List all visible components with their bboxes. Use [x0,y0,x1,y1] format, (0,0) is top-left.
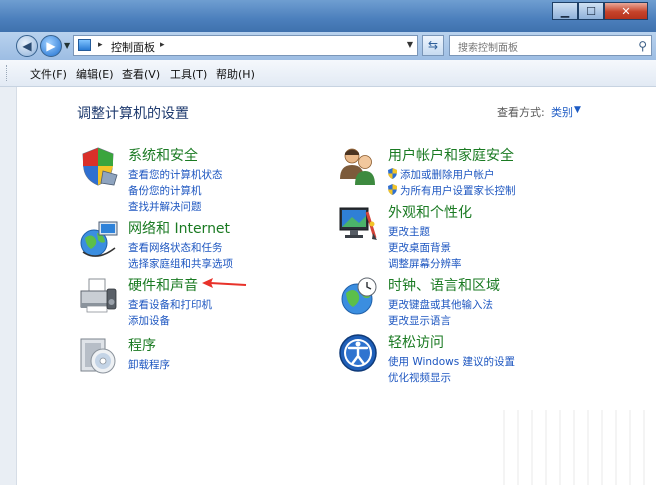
menu-help[interactable]: 帮助(H) [216,66,255,82]
appearance-monitor-icon[interactable] [337,202,379,244]
category-title-ease-of-access[interactable]: 轻松访问 [388,332,444,352]
page-title: 调整计算机的设置 [77,106,189,122]
address-dropdown[interactable]: ▼ [407,40,413,49]
category-links: 查看您的计算机状态 备份您的计算机 查找并解决问题 [128,167,223,215]
uac-shield-icon [388,184,397,195]
view-by-dropdown[interactable]: 类别 [551,104,573,120]
title-bar[interactable]: ▁ ☐ ✕ [0,0,656,32]
refresh-icon: ⇆ [427,38,439,52]
category-links: 更改键盘或其他输入法 更改显示语言 [388,297,493,329]
link-add-device[interactable]: 添加设备 [128,313,212,329]
clock-globe-icon[interactable] [337,275,379,317]
link-find-fix-problems[interactable]: 查找并解决问题 [128,199,223,215]
category-links: 更改主题 更改桌面背景 调整屏幕分辨率 [388,224,462,272]
link-label[interactable]: 添加或删除用户帐户 [400,169,495,181]
link-label[interactable]: 为所有用户设置家长控制 [400,185,516,197]
ease-of-access-icon[interactable] [337,332,379,374]
address-bar[interactable]: ▸ 控制面板 ▸ ▼ [73,35,418,56]
network-globe-icon[interactable] [77,218,119,260]
link-change-theme[interactable]: 更改主题 [388,224,462,240]
view-by-label: 查看方式: [497,106,545,119]
control-panel-icon [78,39,91,51]
search-input[interactable] [456,39,630,58]
category-links: 使用 Windows 建议的设置 优化视频显示 [388,354,515,386]
category-title-appearance[interactable]: 外观和个性化 [388,202,472,222]
category-title-network-internet[interactable]: 网络和 Internet [128,218,230,238]
security-shield-icon[interactable] [77,145,119,187]
chevron-down-icon: ▼ [406,40,413,49]
forward-button[interactable]: ▶ [40,35,62,57]
breadcrumb-separator[interactable]: ▸ [98,40,103,50]
link-uninstall-program[interactable]: 卸载程序 [128,357,170,373]
arrow-left-icon: ◀ [22,39,32,53]
programs-disc-icon[interactable] [77,335,119,377]
menu-grip [6,65,10,81]
link-change-input-method[interactable]: 更改键盘或其他输入法 [388,297,493,313]
category-title-hardware-sound[interactable]: 硬件和声音 [128,275,198,295]
search-box[interactable]: ⚲ [449,35,652,58]
link-parental-controls[interactable]: 为所有用户设置家长控制 [388,183,516,199]
link-screen-resolution[interactable]: 调整屏幕分辨率 [388,256,462,272]
link-devices-printers[interactable]: 查看设备和打印机 [128,297,212,313]
refresh-button[interactable]: ⇆ [422,35,444,56]
category-title-clock-language-region[interactable]: 时钟、语言和区域 [388,275,500,295]
breadcrumb-control-panel[interactable]: 控制面板 [111,39,155,55]
left-pane-edge [0,87,16,485]
menu-tools[interactable]: 工具(T) [170,66,207,82]
maximize-button[interactable]: ☐ [578,2,604,20]
menu-file[interactable]: 文件(F) [30,66,67,82]
link-change-background[interactable]: 更改桌面背景 [388,240,462,256]
printer-icon[interactable] [77,275,119,317]
search-icon[interactable]: ⚲ [638,39,647,53]
menu-view[interactable]: 查看(V) [122,66,160,82]
content-area: 调整计算机的设置 查看方式: 类别 ▼ 系统和安全 查看您的计算机状态 备份您的… [16,87,656,485]
users-icon[interactable] [337,145,379,187]
menu-edit[interactable]: 编辑(E) [76,66,114,82]
category-links: 查看设备和打印机 添加设备 [128,297,212,329]
minimize-button[interactable]: ▁ [552,2,578,20]
category-links: 添加或删除用户帐户 为所有用户设置家长控制 [388,167,516,199]
link-add-remove-accounts[interactable]: 添加或删除用户帐户 [388,167,516,183]
navigation-bar: ◀ ▶ ▼ ▸ 控制面板 ▸ ▼ ⇆ ⚲ [0,32,656,60]
link-view-computer-status[interactable]: 查看您的计算机状态 [128,167,223,183]
link-change-display-language[interactable]: 更改显示语言 [388,313,493,329]
category-links: 卸载程序 [128,357,170,373]
category-title-user-accounts[interactable]: 用户帐户和家庭安全 [388,145,514,165]
menu-bar: 文件(F) 编辑(E) 查看(V) 工具(T) 帮助(H) [0,60,656,87]
link-recommended-settings[interactable]: 使用 Windows 建议的设置 [388,354,515,370]
annotation-arrow-icon [202,278,247,288]
arrow-right-icon: ▶ [46,39,56,53]
uac-shield-icon [388,168,397,179]
category-title-programs[interactable]: 程序 [128,335,156,355]
link-backup-computer[interactable]: 备份您的计算机 [128,183,223,199]
image-watermark [491,410,656,485]
control-panel-window: ▁ ☐ ✕ ◀ ▶ ▼ ▸ 控制面板 ▸ ▼ ⇆ ⚲ 文件(F) 编辑(E) 查… [0,0,656,485]
breadcrumb-separator-trailing[interactable]: ▸ [160,40,165,50]
window-controls: ▁ ☐ ✕ [552,2,648,20]
close-button[interactable]: ✕ [604,2,648,20]
category-title-system-security[interactable]: 系统和安全 [128,145,198,165]
recent-pages-dropdown[interactable]: ▼ [64,41,70,50]
chevron-down-icon[interactable]: ▼ [574,105,581,115]
back-button[interactable]: ◀ [16,35,38,57]
category-links: 查看网络状态和任务 选择家庭组和共享选项 [128,240,233,272]
chevron-down-icon: ▼ [64,41,71,50]
link-view-network-status[interactable]: 查看网络状态和任务 [128,240,233,256]
link-homegroup-sharing[interactable]: 选择家庭组和共享选项 [128,256,233,272]
link-optimize-visual-display[interactable]: 优化视频显示 [388,370,515,386]
